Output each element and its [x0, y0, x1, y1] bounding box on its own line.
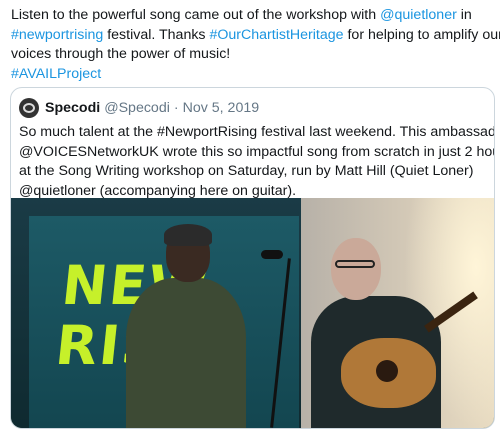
separator-dot: ·	[173, 100, 179, 116]
guitar-soundhole	[376, 360, 398, 382]
hashtag-link-ourchartistheritage[interactable]: #OurChartistHeritage	[209, 27, 343, 43]
singer-figure	[126, 224, 246, 428]
singer-hat	[164, 224, 212, 246]
hashtag-link-availproject[interactable]: #AVAILProject	[11, 66, 101, 82]
tweet-line-2: #newportrising festival. Thanks #OurChar…	[11, 26, 500, 46]
quoted-line: @VOICESNetworkUK wrote this so impactful…	[19, 143, 495, 160]
author-handle[interactable]: @Specodi	[104, 100, 170, 116]
tweet-text-segment: Listen to the powerful song came out of …	[11, 7, 381, 23]
guitarist-head	[331, 238, 381, 300]
hashtag-link-newportrising[interactable]: #newportrising	[11, 27, 103, 43]
tweet-text: Listen to the powerful song came out of …	[11, 6, 500, 85]
quoted-line: at the Song Writing workshop on Saturday…	[19, 163, 474, 179]
quoted-line: So much talent at the #NewportRising fes…	[19, 124, 495, 140]
tweet-text-segment: in	[456, 7, 472, 23]
tweet-line-3: voices through the power of music!	[11, 46, 231, 62]
mention-link-quietloner[interactable]: @quietloner	[380, 7, 457, 23]
video-thumbnail[interactable]: NEW RIS	[11, 198, 494, 428]
author-name[interactable]: Specodi	[45, 100, 100, 116]
tweet-date[interactable]: Nov 5, 2019	[183, 100, 260, 116]
guitar-icon	[341, 338, 436, 408]
avatar-glasses-icon	[23, 103, 35, 113]
tweet-text-segment: for helping to amplify our	[343, 26, 500, 43]
quoted-tweet-text: So much talent at the #NewportRising fes…	[19, 123, 495, 201]
guitarist-glasses	[335, 260, 375, 268]
quoted-tweet[interactable]: Specodi @Specodi · Nov 5, 2019 So much t…	[10, 87, 495, 429]
quoted-tweet-header: Specodi @Specodi · Nov 5, 2019	[19, 98, 259, 118]
microphone-icon	[261, 250, 283, 259]
tweet-line-1: Listen to the powerful song came out of …	[11, 6, 493, 26]
tweet-text-segment: festival. Thanks	[103, 26, 210, 43]
avatar[interactable]	[19, 98, 39, 118]
tweet-line-4: #AVAILProject	[11, 65, 493, 85]
